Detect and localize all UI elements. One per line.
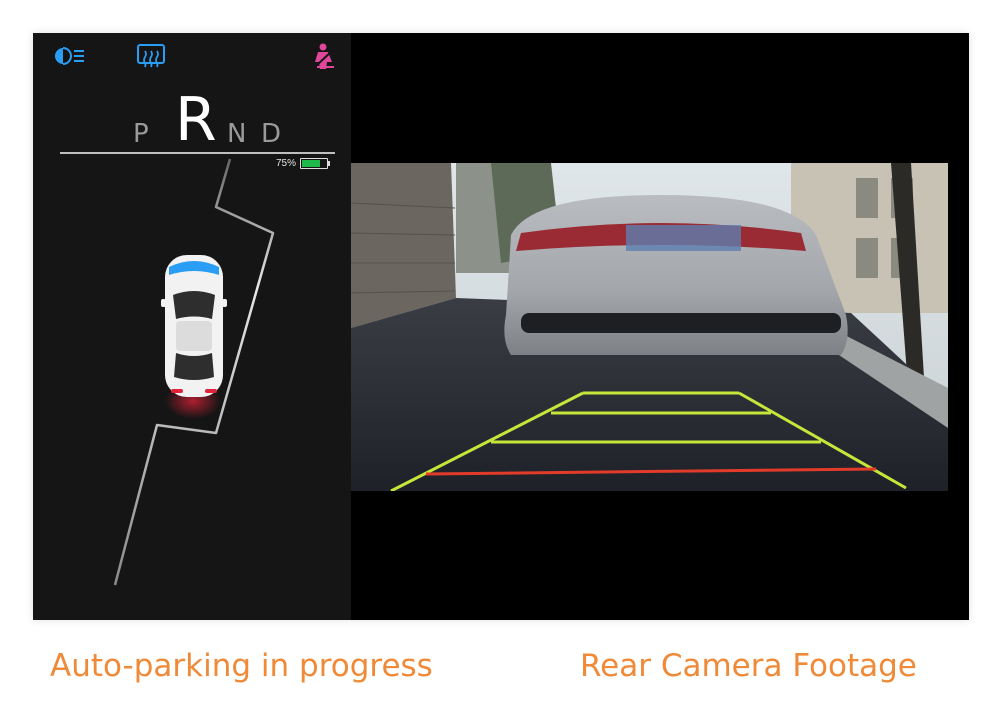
rear-camera-panel (351, 33, 969, 620)
rear-camera-feed (351, 163, 948, 491)
parking-status-panel: P R N D 75% (33, 33, 351, 620)
car-top-view-icon (161, 255, 227, 397)
parking-path-graphic (113, 158, 275, 586)
auto-parking-caption: Auto-parking in progress (50, 648, 433, 684)
dashboard-screen: P R N D 75% (33, 33, 969, 620)
rear-camera-caption: Rear Camera Footage (580, 648, 917, 684)
